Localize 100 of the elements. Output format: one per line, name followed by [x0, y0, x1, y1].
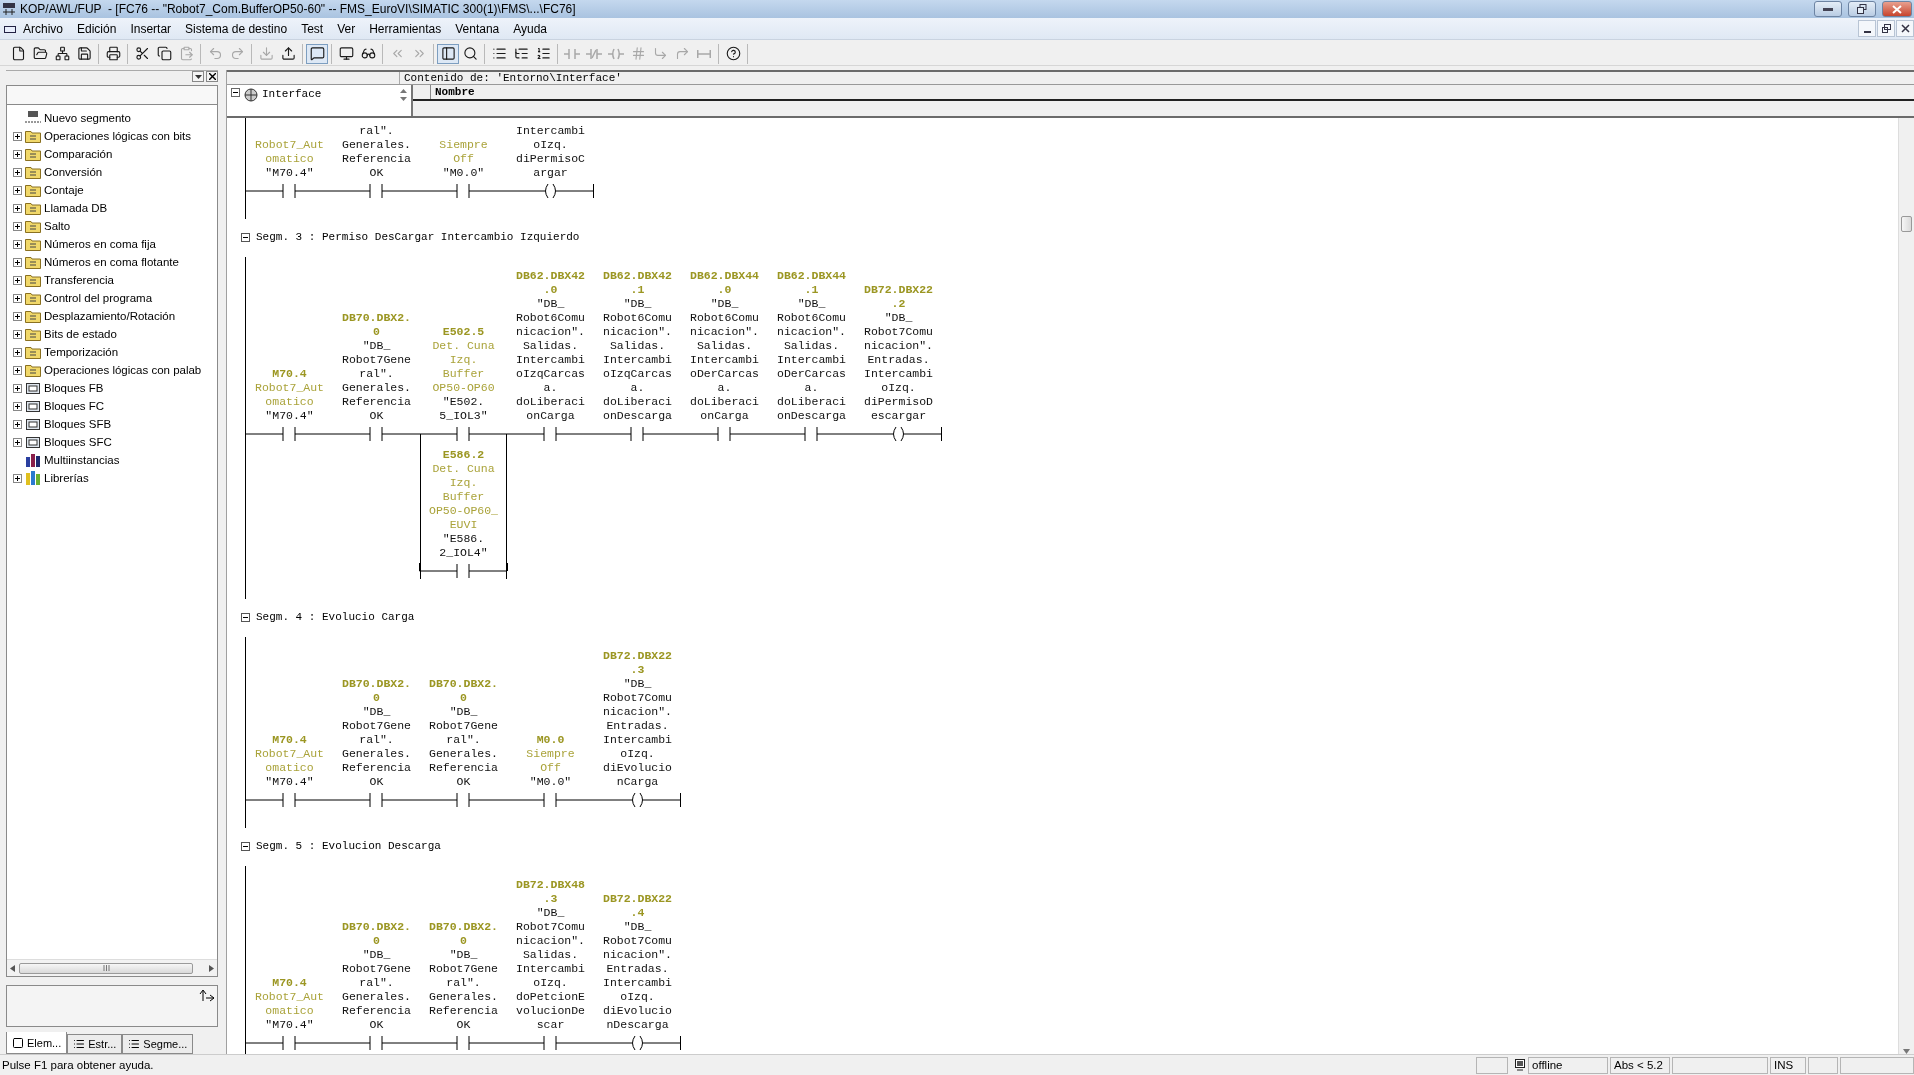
- restore-icon: [1881, 24, 1891, 33]
- tree-item[interactable]: Conversión: [44, 166, 103, 178]
- tree-item[interactable]: Transferencia: [44, 274, 114, 286]
- panel-tab[interactable]: Segme...: [122, 1034, 194, 1054]
- tree-item[interactable]: Operaciones lógicas con palab: [44, 364, 202, 376]
- expand-button[interactable]: [13, 239, 22, 249]
- menu-item[interactable]: Sistema de destino: [178, 21, 295, 36]
- tree-item[interactable]: Temporización: [44, 346, 119, 358]
- expand-button[interactable]: [13, 149, 22, 159]
- restore-button[interactable]: [1848, 1, 1876, 17]
- tree-item[interactable]: Nuevo segmento: [44, 112, 131, 124]
- block-icon: [25, 417, 41, 431]
- expand-button[interactable]: [13, 203, 22, 213]
- expand-button[interactable]: [13, 419, 22, 429]
- comment-button[interactable]: [306, 43, 328, 64]
- content-caption: Contenido de: 'Entorno\Interface': [403, 72, 622, 84]
- panel-tab[interactable]: Elem...: [6, 1032, 68, 1054]
- grip-icon: [102, 965, 110, 971]
- tree-item[interactable]: Multiinstancias: [44, 454, 120, 466]
- minimize-button[interactable]: [1814, 1, 1842, 17]
- symbol-comment: Det. Cuna Izq. Buffer OP50-OP60_ EUVI: [429, 462, 498, 532]
- expand-button[interactable]: [13, 131, 22, 141]
- expand-button[interactable]: [13, 275, 22, 285]
- tree-item[interactable]: Números en coma fija: [44, 238, 156, 250]
- folder-icon: [25, 255, 41, 269]
- tree-item[interactable]: Control del programa: [44, 292, 153, 304]
- menu-item[interactable]: Ventana: [448, 21, 507, 36]
- operand-label: "M0.0": [529, 775, 572, 789]
- tree-item[interactable]: Comparación: [44, 148, 113, 160]
- upload-icon: [280, 46, 296, 61]
- operand-address: DB62.DBX42 .0: [516, 269, 585, 297]
- menu-item[interactable]: Ayuda: [506, 21, 555, 36]
- menu-item[interactable]: Ver: [330, 21, 363, 36]
- tree-item[interactable]: Números en coma flotante: [44, 256, 179, 268]
- tree-item[interactable]: Bloques FC: [44, 400, 105, 412]
- expand-button[interactable]: [13, 167, 22, 177]
- close-button[interactable]: [1896, 20, 1914, 37]
- search-icon: [462, 46, 478, 61]
- expand-button[interactable]: [13, 311, 22, 321]
- dropdown-button[interactable]: [192, 71, 204, 82]
- copy-icon: [156, 46, 172, 61]
- download-icon: [258, 46, 274, 61]
- scroll-arrows-icon: [400, 88, 407, 102]
- tree-item[interactable]: Bloques SFB: [44, 418, 112, 430]
- segment-title: Segm. 4 : Evolucio Carga: [256, 611, 415, 623]
- expand-button[interactable]: [13, 221, 22, 231]
- close-button[interactable]: [206, 71, 218, 82]
- list-icon: [128, 1038, 141, 1050]
- restore-button[interactable]: [1877, 20, 1895, 37]
- menu-item[interactable]: Test: [294, 21, 331, 36]
- tree-item[interactable]: Bloques FB: [44, 382, 104, 394]
- ordered-list-icon: [535, 46, 551, 61]
- expand-button[interactable]: [13, 365, 22, 375]
- line-icon: [697, 49, 711, 58]
- horizontal-scrollbar[interactable]: [7, 959, 217, 976]
- tree-item[interactable]: Salto: [44, 220, 71, 232]
- close-icon: [208, 73, 216, 80]
- operand-label: Intercambi oIzq. diPermisoC argar: [516, 124, 585, 180]
- collapse-button[interactable]: [241, 612, 250, 622]
- window-title: KOP/AWL/FUP - [FC76 -- "Robot7_Com.BufferOP50-60" -- FMS_EuroVI\SIMATIC 300(1)\FMS\...\FC76]: [20, 2, 577, 16]
- folder-icon: [25, 183, 41, 197]
- tree-item[interactable]: Bloques SFC: [44, 436, 112, 448]
- tree-item[interactable]: Llamada DB: [44, 202, 108, 214]
- operand-address: E586.2: [442, 448, 485, 462]
- expand-button[interactable]: [13, 347, 22, 357]
- expand-button[interactable]: [13, 293, 22, 303]
- operand-label: "E502. 5_IOL3": [439, 395, 488, 423]
- block-icon: [25, 399, 41, 413]
- collapse-button[interactable]: [241, 841, 250, 851]
- expand-button[interactable]: [13, 401, 22, 411]
- expand-button[interactable]: [13, 329, 22, 339]
- menu-item[interactable]: Edición: [70, 21, 124, 36]
- menu-item[interactable]: Herramientas: [362, 21, 449, 36]
- expand-button[interactable]: [13, 437, 22, 447]
- operand-label: "DB_ Robot7Comu nicacion". Salidas. Intercambi oIzq. doPetcionE volucionDe scar: [516, 906, 585, 1032]
- tree-item[interactable]: Bits de estado: [44, 328, 117, 340]
- tree-item[interactable]: Contaje: [44, 184, 84, 196]
- segment-title: Segm. 3 : Permiso DesCargar Intercambio Izquierdo: [256, 231, 580, 243]
- folder-icon: [25, 273, 41, 287]
- menu-item[interactable]: Archivo: [16, 21, 70, 36]
- tree-item[interactable]: Librerías: [44, 472, 89, 484]
- minimize-button[interactable]: [1858, 20, 1876, 37]
- collapse-button[interactable]: [231, 88, 240, 97]
- expand-button[interactable]: [13, 185, 22, 195]
- expand-button[interactable]: [13, 383, 22, 393]
- tree-item[interactable]: Desplazamiento/Rotación: [44, 310, 176, 322]
- coil-icon: [608, 46, 624, 61]
- panel-tab[interactable]: Estr...: [67, 1034, 123, 1054]
- expand-button[interactable]: [13, 257, 22, 267]
- menu-item[interactable]: Insertar: [123, 21, 179, 36]
- scrollbar-thumb[interactable]: [1901, 216, 1912, 232]
- overview-button[interactable]: [437, 43, 459, 64]
- collapse-button[interactable]: [241, 232, 250, 242]
- symbol-comment: Robot7_Aut omatico: [255, 747, 324, 775]
- expand-button[interactable]: [13, 473, 22, 483]
- symbol-comment: Robot7_Aut omatico: [255, 990, 324, 1018]
- tree-item[interactable]: Operaciones lógicas con bits: [44, 130, 192, 142]
- operand-address: DB70.DBX2. 0: [342, 677, 411, 705]
- operand-address: DB70.DBX2. 0: [429, 920, 498, 948]
- vertical-scrollbar[interactable]: [1898, 118, 1914, 1054]
